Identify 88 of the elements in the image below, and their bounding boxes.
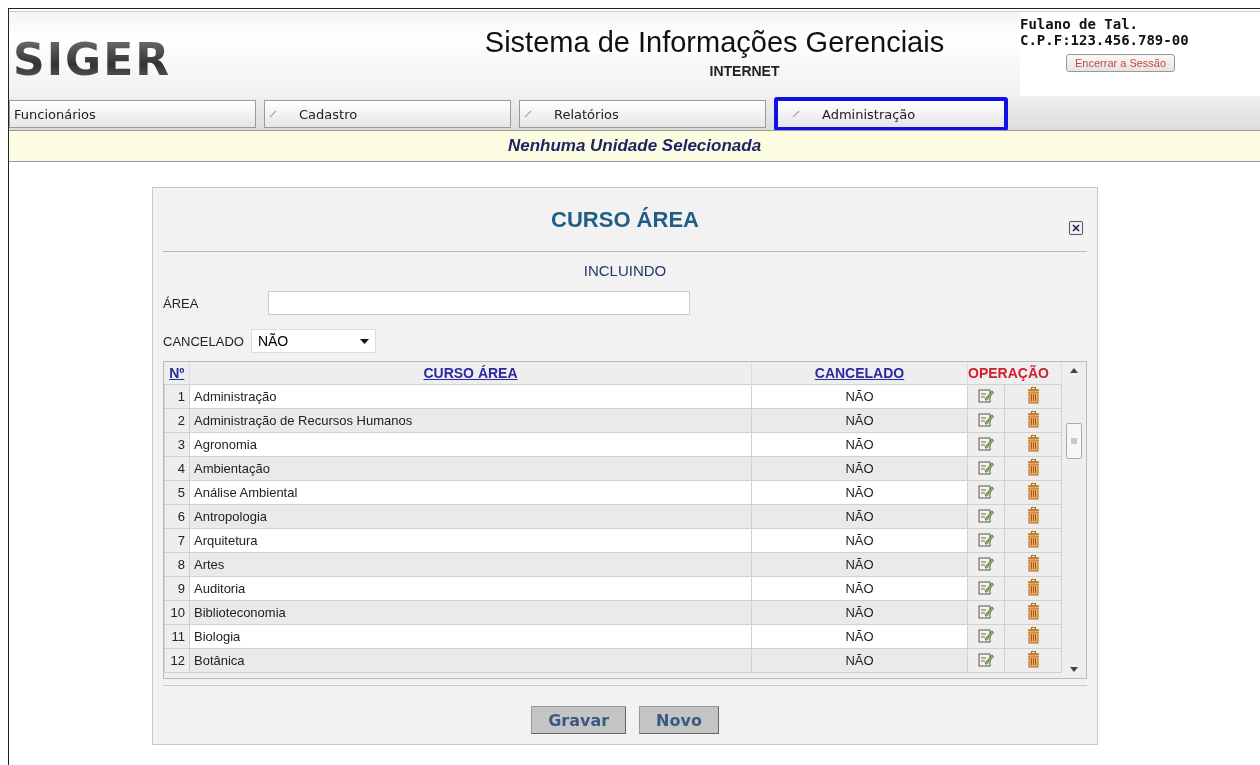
- close-button[interactable]: [1069, 221, 1083, 235]
- cancelled-cell: NÃO: [751, 648, 968, 673]
- field-label: CANCELADO: [163, 333, 244, 349]
- row-number: 6: [164, 504, 190, 529]
- scroll-up-icon[interactable]: [1070, 368, 1078, 373]
- scroll-down-icon[interactable]: [1070, 667, 1078, 672]
- app-subtitle: INTERNET: [709, 63, 780, 79]
- menu-tab[interactable]: Relatórios: [519, 100, 766, 128]
- scroll-thumb[interactable]: [1066, 423, 1082, 459]
- row-number: 4: [164, 456, 190, 481]
- user-name: Fulano de Tal.: [1020, 16, 1138, 32]
- edit-icon[interactable]: [978, 651, 994, 667]
- row-number: 8: [164, 552, 190, 577]
- edit-icon[interactable]: [978, 627, 994, 643]
- trash-icon[interactable]: [1026, 530, 1040, 548]
- cancelled-select[interactable]: NÃO: [250, 329, 376, 353]
- row-number: 9: [164, 576, 190, 601]
- row-number: 2: [164, 408, 190, 433]
- edit-icon[interactable]: [978, 507, 994, 523]
- edit-icon[interactable]: [978, 459, 994, 475]
- edit-icon[interactable]: [978, 603, 994, 619]
- course-area-cell: Agronomia: [189, 432, 752, 457]
- menu-tab[interactable]: Administração: [774, 97, 1008, 131]
- row-number: 10: [164, 600, 190, 625]
- edit-icon[interactable]: [978, 555, 994, 571]
- pencil-icon: [524, 110, 532, 118]
- trash-icon[interactable]: [1026, 434, 1040, 452]
- cancelled-cell: NÃO: [751, 624, 968, 649]
- app-title: Sistema de Informações Gerenciais: [484, 26, 945, 59]
- trash-icon[interactable]: [1026, 410, 1040, 428]
- edit-icon[interactable]: [978, 411, 994, 427]
- edit-icon[interactable]: [978, 531, 994, 547]
- course-area-cell: Auditoria: [189, 576, 752, 601]
- cancelled-cell: NÃO: [751, 576, 968, 601]
- cancelled-cell: NÃO: [751, 408, 968, 433]
- column-header[interactable]: CURSO ÁREA: [189, 362, 752, 385]
- caret-icon: [359, 338, 369, 344]
- menu-tab[interactable]: Funcionários: [9, 100, 256, 128]
- cancelled-cell: NÃO: [751, 480, 968, 505]
- course-area-cell: Arquitetura: [189, 528, 752, 553]
- trash-icon[interactable]: [1026, 386, 1040, 404]
- trash-icon[interactable]: [1026, 626, 1040, 644]
- row-number: 3: [164, 432, 190, 457]
- trash-icon[interactable]: [1026, 602, 1040, 620]
- pencil-icon: [269, 110, 277, 118]
- edit-icon[interactable]: [978, 579, 994, 595]
- row-number: 5: [164, 480, 190, 505]
- mode-label: INCLUINDO: [582, 262, 668, 281]
- trash-icon[interactable]: [1026, 458, 1040, 476]
- course-area-cell: Análise Ambiental: [189, 480, 752, 505]
- trash-icon[interactable]: [1026, 506, 1040, 524]
- pencil-icon: [792, 110, 800, 118]
- cancelled-cell: NÃO: [751, 504, 968, 529]
- cancelled-cell: NÃO: [751, 600, 968, 625]
- logout-button[interactable]: Encerrar a Sessão: [1066, 54, 1176, 72]
- dialog-title: CURSO ÁREA: [551, 206, 699, 233]
- save-button[interactable]: Gravar: [531, 706, 627, 734]
- cancelled-cell: NÃO: [751, 456, 968, 481]
- course-area-cell: Biblioteconomia: [189, 600, 752, 625]
- course-area-cell: Administração de Recursos Humanos: [189, 408, 752, 433]
- notice-bar: Nenhuma Unidade Selecionada: [9, 130, 1260, 162]
- row-number: 7: [164, 528, 190, 553]
- trash-icon[interactable]: [1026, 482, 1040, 500]
- course-area-cell: Biologia: [189, 624, 752, 649]
- row-number: 12: [164, 648, 190, 673]
- column-header[interactable]: CANCELADO: [751, 362, 968, 385]
- cancelled-cell: NÃO: [751, 528, 968, 553]
- course-area-cell: Ambientação: [189, 456, 752, 481]
- row-number: 1: [164, 384, 190, 409]
- trash-icon[interactable]: [1026, 578, 1040, 596]
- cancelled-cell: NÃO: [751, 432, 968, 457]
- user-cpf: C.P.F:123.456.789-00: [1020, 32, 1189, 48]
- row-number: 11: [164, 624, 190, 649]
- new-button[interactable]: Novo: [639, 706, 719, 734]
- field-label: ÁREA: [163, 295, 200, 311]
- cancelled-cell: NÃO: [751, 552, 968, 577]
- edit-icon[interactable]: [978, 435, 994, 451]
- course-area-cell: Antropologia: [189, 504, 752, 529]
- area-input[interactable]: [268, 291, 690, 315]
- course-area-cell: Artes: [189, 552, 752, 577]
- course-area-cell: Botânica: [189, 648, 752, 673]
- edit-icon[interactable]: [978, 387, 994, 403]
- trash-icon[interactable]: [1026, 650, 1040, 668]
- cancelled-cell: NÃO: [751, 384, 968, 409]
- trash-icon[interactable]: [1026, 554, 1040, 572]
- menu-tab[interactable]: Cadastro: [264, 100, 511, 128]
- course-area-cell: Administração: [189, 384, 752, 409]
- edit-icon[interactable]: [978, 483, 994, 499]
